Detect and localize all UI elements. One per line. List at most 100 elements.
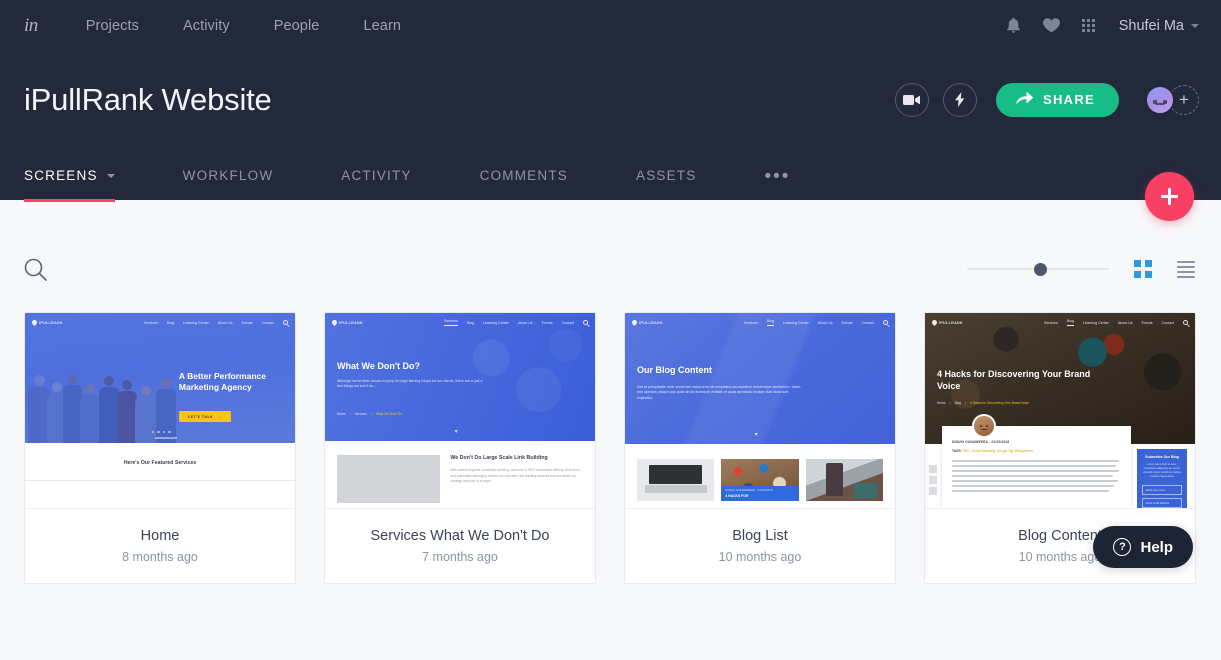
nav-link-learn[interactable]: Learn: [363, 18, 401, 34]
video-camera-button[interactable]: [894, 82, 929, 117]
screen-timestamp: 8 months ago: [122, 550, 198, 564]
screen-card[interactable]: IPULLRANK Services Blog Learning Center …: [324, 312, 596, 584]
invision-logo[interactable]: in: [24, 15, 38, 37]
breadcrumb: Home › Blog › 4 Hacks for Discovering Your…: [937, 401, 1030, 406]
social-share-rail: [929, 465, 937, 495]
screen-thumbnail: IPULLRANK Services Blog Learning Center …: [625, 313, 895, 509]
site-preview-services: IPULLRANK Services Blog Learning Center …: [325, 313, 595, 508]
site-menu: Services Blog Learning Center About Us E…: [144, 320, 288, 325]
subscribe-name-field[interactable]: Enter your name: [1142, 485, 1182, 496]
project-actions: SHARE +: [894, 82, 1199, 117]
screens-grid: IPULLRANK Services Blog Learning Center …: [0, 312, 1221, 584]
nav-link-activity[interactable]: Activity: [183, 18, 230, 34]
screen-thumbnail: IPULLRANK Services Blog Learning Center …: [925, 313, 1195, 509]
site-navbar: IPULLRANK Services Blog Learning Center …: [25, 313, 295, 332]
list-view-icon[interactable]: [1177, 260, 1195, 278]
add-screen-button[interactable]: [1145, 172, 1194, 221]
share-arrow-icon: [1015, 91, 1033, 108]
hero-heading: A Better Performance Marketing Agency: [178, 371, 266, 392]
screen-card[interactable]: IPULLRANK Services Blog Learning Center …: [24, 312, 296, 584]
thumbnail-size-slider[interactable]: [967, 262, 1109, 276]
screen-thumbnail: IPULLRANK Services Blog Learning Center …: [325, 313, 595, 509]
tab-screens-label: SCREENS: [24, 168, 98, 183]
site-menu: Services Blog Learning Center About Us E…: [1044, 319, 1188, 326]
section-title: Here's Our Featured Services: [123, 460, 197, 466]
nav-link-projects[interactable]: Projects: [86, 18, 139, 34]
article-body-lines: [952, 460, 1121, 492]
site-search-icon: [883, 320, 888, 325]
global-nav-links: Projects Activity People Learn: [86, 18, 401, 34]
apps-grid-icon[interactable]: [1081, 19, 1095, 32]
hero-heading: What We Don't Do?: [337, 361, 420, 371]
site-menu: Services Blog Learning Center About Us E…: [744, 319, 888, 326]
site-preview-home: IPULLRANK Services Blog Learning Center …: [25, 313, 295, 508]
help-button[interactable]: ? Help: [1093, 526, 1193, 568]
site-search-icon: [1183, 320, 1188, 325]
bulb-icon: [630, 318, 639, 327]
project-tabs: SCREENS WORKFLOW ACTIVITY COMMENTS ASSET…: [0, 148, 1221, 202]
toolbar-right: [967, 260, 1195, 278]
article-card: DINUKI GUNAWEERA - 01/20/2016 TAGS: SEO,…: [942, 426, 1131, 508]
tab-overflow-menu[interactable]: •••: [764, 167, 790, 200]
site-navbar: IPULLRANK Services Blog Learning Center …: [925, 313, 1195, 332]
screen-timestamp: 10 months ago: [718, 550, 802, 564]
screen-name: Services What We Don't Do: [370, 528, 550, 544]
screen-card[interactable]: IPULLRANK Services Blog Learning Center …: [624, 312, 896, 584]
question-circle-icon: ?: [1113, 538, 1132, 556]
tab-comments[interactable]: COMMENTS: [480, 168, 568, 200]
screen-timestamp: 10 months ago: [1018, 550, 1102, 564]
avatar[interactable]: [1145, 84, 1175, 115]
heart-icon[interactable]: [1042, 18, 1060, 33]
site-menu: Services Blog Learning Center About Us E…: [444, 319, 588, 326]
site-logo: IPULLRANK: [930, 318, 963, 327]
lightning-bolt-button[interactable]: [942, 82, 977, 117]
site-search-icon: [283, 320, 288, 325]
screen-card-meta: Services What We Don't Do 7 months ago: [325, 509, 595, 583]
screen-thumbnail: IPULLRANK Services Blog Learning Center …: [25, 313, 295, 509]
blog-thumb-office: [805, 459, 883, 501]
chevron-down-icon: [106, 174, 115, 178]
page-title: iPullRank Website: [24, 81, 272, 117]
share-button-label: SHARE: [1042, 92, 1095, 107]
project-header: iPullRank Website SHARE +: [0, 51, 1221, 148]
subscribe-widget: Subscribe Our Blog Lorem ipsum dolor sit…: [1137, 449, 1187, 508]
screens-toolbar: [0, 226, 1221, 312]
section-title: We Don't Do Large Scale Link Building: [450, 455, 548, 461]
site-search-icon: [583, 320, 588, 325]
bulb-icon: [930, 318, 939, 327]
screen-name: Blog List: [732, 528, 788, 544]
site-logo: IPULLRANK: [330, 318, 363, 327]
blog-thumb-desk: DINUKI GUNAWEERA - 01/20/2016 4 HACKS FO…: [721, 459, 799, 501]
tab-assets[interactable]: ASSETS: [636, 168, 696, 200]
site-navbar: IPULLRANK Services Blog Learning Center …: [325, 313, 595, 332]
bell-icon[interactable]: [1006, 17, 1021, 34]
screen-name: Home: [140, 528, 180, 544]
global-navbar: in Projects Activity People Learn Shufei…: [0, 0, 1221, 51]
bulb-icon: [330, 318, 339, 327]
hero-subtext: Sed ut perspiciatis unde omnis iste natu…: [637, 384, 801, 400]
member-avatars: +: [1145, 84, 1199, 115]
user-menu[interactable]: Shufei Ma: [1119, 18, 1199, 34]
site-logo: IPULLRANK: [630, 318, 663, 327]
bulb-icon: [30, 318, 39, 327]
global-nav-right: Shufei Ma: [1006, 17, 1199, 34]
screen-timestamp: 7 months ago: [422, 550, 498, 564]
tab-screens[interactable]: SCREENS: [24, 168, 115, 202]
carousel-dots: [151, 430, 171, 433]
site-navbar: IPULLRANK Services Blog Learning Center …: [625, 313, 895, 332]
nav-link-people[interactable]: People: [274, 18, 320, 34]
chevron-down-icon: [1191, 23, 1199, 28]
screen-card-meta: Blog List 10 months ago: [625, 509, 895, 583]
tab-activity[interactable]: ACTIVITY: [341, 168, 411, 200]
search-icon[interactable]: [24, 258, 47, 281]
blog-thumb-laptop: [637, 459, 715, 501]
hero-heading: Our Blog Content: [637, 365, 712, 375]
user-name: Shufei Ma: [1118, 17, 1184, 34]
grid-view-icon[interactable]: [1134, 260, 1152, 278]
hero-heading: 4 Hacks for Discovering Your Brand Voice: [937, 369, 1091, 391]
site-preview-blog-list: IPULLRANK Services Blog Learning Center …: [625, 313, 895, 508]
share-button[interactable]: SHARE: [995, 82, 1119, 117]
tab-workflow[interactable]: WORKFLOW: [183, 168, 274, 200]
subscribe-email-field[interactable]: Enter email address: [1142, 498, 1182, 508]
screen-card-meta: Home 8 months ago: [25, 509, 295, 583]
